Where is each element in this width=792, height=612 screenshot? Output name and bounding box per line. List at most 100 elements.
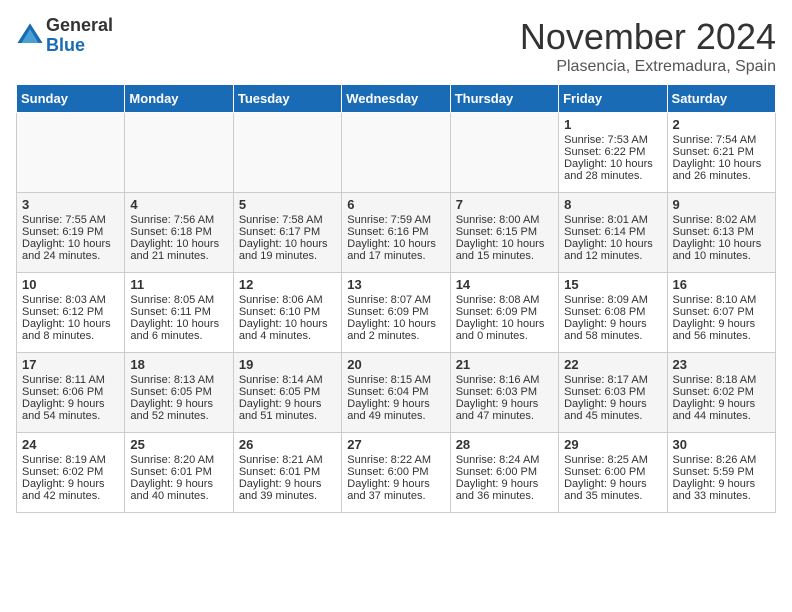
day-number: 21 bbox=[456, 357, 553, 372]
calendar-cell: 7Sunrise: 8:00 AMSunset: 6:15 PMDaylight… bbox=[450, 193, 558, 273]
cell-info-line: Daylight: 10 hours and 4 minutes. bbox=[239, 318, 336, 342]
cell-info-line: Daylight: 9 hours and 49 minutes. bbox=[347, 398, 444, 422]
cell-info-line: Daylight: 10 hours and 24 minutes. bbox=[22, 238, 119, 262]
location-subtitle: Plasencia, Extremadura, Spain bbox=[520, 58, 776, 76]
week-row-5: 24Sunrise: 8:19 AMSunset: 6:02 PMDayligh… bbox=[17, 433, 776, 513]
cell-info-line: Daylight: 9 hours and 56 minutes. bbox=[673, 318, 770, 342]
cell-info-line: Sunset: 6:16 PM bbox=[347, 226, 444, 238]
cell-info-line: Daylight: 10 hours and 0 minutes. bbox=[456, 318, 553, 342]
cell-info-line: Sunrise: 8:17 AM bbox=[564, 374, 661, 386]
cell-info-line: Daylight: 10 hours and 15 minutes. bbox=[456, 238, 553, 262]
day-number: 5 bbox=[239, 197, 336, 212]
cell-info-line: Sunset: 6:05 PM bbox=[130, 386, 227, 398]
cell-info-line: Sunset: 6:15 PM bbox=[456, 226, 553, 238]
cell-info-line: Daylight: 9 hours and 58 minutes. bbox=[564, 318, 661, 342]
day-number: 22 bbox=[564, 357, 661, 372]
cell-info-line: Sunset: 6:11 PM bbox=[130, 306, 227, 318]
calendar-cell: 21Sunrise: 8:16 AMSunset: 6:03 PMDayligh… bbox=[450, 353, 558, 433]
cell-info-line: Daylight: 9 hours and 54 minutes. bbox=[22, 398, 119, 422]
cell-info-line: Daylight: 9 hours and 42 minutes. bbox=[22, 478, 119, 502]
calendar-cell: 17Sunrise: 8:11 AMSunset: 6:06 PMDayligh… bbox=[17, 353, 125, 433]
cell-info-line: Daylight: 10 hours and 12 minutes. bbox=[564, 238, 661, 262]
cell-info-line: Sunset: 6:06 PM bbox=[22, 386, 119, 398]
cell-info-line: Sunrise: 8:19 AM bbox=[22, 454, 119, 466]
cell-info-line: Sunrise: 8:24 AM bbox=[456, 454, 553, 466]
calendar-cell: 8Sunrise: 8:01 AMSunset: 6:14 PMDaylight… bbox=[559, 193, 667, 273]
cell-info-line: Sunset: 6:21 PM bbox=[673, 146, 770, 158]
logo: General Blue bbox=[16, 16, 113, 56]
cell-info-line: Sunset: 6:01 PM bbox=[130, 466, 227, 478]
calendar-cell: 29Sunrise: 8:25 AMSunset: 6:00 PMDayligh… bbox=[559, 433, 667, 513]
day-header-sunday: Sunday bbox=[17, 85, 125, 113]
calendar-cell: 14Sunrise: 8:08 AMSunset: 6:09 PMDayligh… bbox=[450, 273, 558, 353]
calendar-cell: 27Sunrise: 8:22 AMSunset: 6:00 PMDayligh… bbox=[342, 433, 450, 513]
week-row-1: 1Sunrise: 7:53 AMSunset: 6:22 PMDaylight… bbox=[17, 113, 776, 193]
cell-info-line: Sunrise: 8:26 AM bbox=[673, 454, 770, 466]
cell-info-line: Sunset: 6:09 PM bbox=[347, 306, 444, 318]
cell-info-line: Daylight: 10 hours and 17 minutes. bbox=[347, 238, 444, 262]
cell-info-line: Sunrise: 8:05 AM bbox=[130, 294, 227, 306]
calendar-cell: 11Sunrise: 8:05 AMSunset: 6:11 PMDayligh… bbox=[125, 273, 233, 353]
day-number: 15 bbox=[564, 277, 661, 292]
cell-info-line: Daylight: 9 hours and 45 minutes. bbox=[564, 398, 661, 422]
day-number: 12 bbox=[239, 277, 336, 292]
cell-info-line: Sunrise: 8:10 AM bbox=[673, 294, 770, 306]
cell-info-line: Sunrise: 8:25 AM bbox=[564, 454, 661, 466]
cell-info-line: Sunrise: 8:20 AM bbox=[130, 454, 227, 466]
cell-info-line: Sunset: 6:05 PM bbox=[239, 386, 336, 398]
cell-info-line: Sunset: 6:12 PM bbox=[22, 306, 119, 318]
cell-info-line: Sunset: 5:59 PM bbox=[673, 466, 770, 478]
month-title: November 2024 bbox=[520, 16, 776, 58]
page-header: General Blue November 2024 Plasencia, Ex… bbox=[16, 16, 776, 76]
calendar-cell bbox=[233, 113, 341, 193]
logo-general-text: General bbox=[46, 16, 113, 36]
cell-info-line: Sunrise: 8:08 AM bbox=[456, 294, 553, 306]
cell-info-line: Sunrise: 8:02 AM bbox=[673, 214, 770, 226]
logo-text: General Blue bbox=[46, 16, 113, 56]
calendar-cell: 20 Sunrise: 8:15 AMSunset: 6:04 PMDayligh… bbox=[342, 353, 450, 433]
cell-info-line: Daylight: 10 hours and 10 minutes. bbox=[673, 238, 770, 262]
cell-info-line: Daylight: 9 hours and 33 minutes. bbox=[673, 478, 770, 502]
calendar-cell: 1Sunrise: 7:53 AMSunset: 6:22 PMDaylight… bbox=[559, 113, 667, 193]
cell-info-line: Sunrise: 8:21 AM bbox=[239, 454, 336, 466]
calendar-cell: 2Sunrise: 7:54 AMSunset: 6:21 PMDaylight… bbox=[667, 113, 775, 193]
cell-info-line: Sunrise: 7:55 AM bbox=[22, 214, 119, 226]
day-number: 2 bbox=[673, 117, 770, 132]
logo-blue-text: Blue bbox=[46, 36, 113, 56]
day-number: 16 bbox=[673, 277, 770, 292]
day-number: 29 bbox=[564, 437, 661, 452]
day-number: 8 bbox=[564, 197, 661, 212]
week-row-3: 10Sunrise: 8:03 AMSunset: 6:12 PMDayligh… bbox=[17, 273, 776, 353]
calendar-cell: 3Sunrise: 7:55 AMSunset: 6:19 PMDaylight… bbox=[17, 193, 125, 273]
cell-info-line: Sunset: 6:02 PM bbox=[673, 386, 770, 398]
day-number: 23 bbox=[673, 357, 770, 372]
title-block: November 2024 Plasencia, Extremadura, Sp… bbox=[520, 16, 776, 76]
calendar-cell bbox=[17, 113, 125, 193]
cell-info-line: Sunset: 6:14 PM bbox=[564, 226, 661, 238]
cell-info-line: Daylight: 9 hours and 36 minutes. bbox=[456, 478, 553, 502]
day-number: 26 bbox=[239, 437, 336, 452]
cell-info-line: Sunrise: 8:09 AM bbox=[564, 294, 661, 306]
calendar-cell: 13Sunrise: 8:07 AMSunset: 6:09 PMDayligh… bbox=[342, 273, 450, 353]
cell-info-line: Daylight: 10 hours and 8 minutes. bbox=[22, 318, 119, 342]
cell-info-line: Sunset: 6:02 PM bbox=[22, 466, 119, 478]
day-number: 17 bbox=[22, 357, 119, 372]
day-header-monday: Monday bbox=[125, 85, 233, 113]
cell-info-line: Sunset: 6:08 PM bbox=[564, 306, 661, 318]
day-number: 20 bbox=[347, 357, 444, 372]
cell-info-line: Sunset: 6:00 PM bbox=[456, 466, 553, 478]
calendar-cell: 10Sunrise: 8:03 AMSunset: 6:12 PMDayligh… bbox=[17, 273, 125, 353]
cell-info-line: Sunrise: 8:06 AM bbox=[239, 294, 336, 306]
day-number: 1 bbox=[564, 117, 661, 132]
day-number: 28 bbox=[456, 437, 553, 452]
cell-info-line: Sunrise: 7:59 AM bbox=[347, 214, 444, 226]
day-header-friday: Friday bbox=[559, 85, 667, 113]
cell-info-line: Sunset: 6:09 PM bbox=[456, 306, 553, 318]
calendar-cell: 25Sunrise: 8:20 AMSunset: 6:01 PMDayligh… bbox=[125, 433, 233, 513]
cell-info-line: Daylight: 10 hours and 28 minutes. bbox=[564, 158, 661, 182]
week-row-4: 17Sunrise: 8:11 AMSunset: 6:06 PMDayligh… bbox=[17, 353, 776, 433]
cell-info-line: Sunrise: 8:15 AM bbox=[347, 374, 444, 386]
cell-info-line: Sunset: 6:04 PM bbox=[347, 386, 444, 398]
cell-info-line: Sunrise: 8:07 AM bbox=[347, 294, 444, 306]
calendar-cell bbox=[450, 113, 558, 193]
